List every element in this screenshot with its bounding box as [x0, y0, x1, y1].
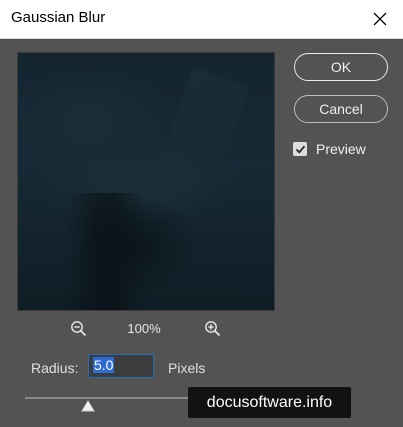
zoom-level: 100%: [127, 321, 161, 336]
radius-input[interactable]: 5.0: [88, 354, 154, 378]
cancel-button[interactable]: Cancel: [294, 95, 388, 123]
close-icon: [373, 12, 387, 26]
zoom-out-button[interactable]: [70, 320, 88, 338]
preview-checkbox[interactable]: [293, 142, 307, 156]
watermark-badge: docusoftware.info: [188, 387, 351, 418]
zoom-in-button[interactable]: [204, 320, 222, 338]
preview-highlight: [145, 66, 251, 220]
dialog-title: Gaussian Blur: [11, 9, 106, 26]
close-button[interactable]: [357, 0, 403, 38]
zoom-in-icon: [205, 321, 221, 337]
title-bar: Gaussian Blur: [0, 0, 403, 39]
preview-toggle[interactable]: Preview: [293, 140, 366, 158]
blur-preview[interactable]: [17, 52, 275, 311]
radius-unit-label: Pixels: [168, 360, 206, 376]
radius-value: 5.0: [93, 357, 115, 373]
ok-button[interactable]: OK: [294, 53, 388, 81]
radius-label: Radius:: [31, 360, 79, 376]
zoom-out-icon: [71, 321, 87, 337]
checkmark-icon: [295, 145, 305, 154]
preview-label: Preview: [316, 141, 366, 157]
preview-shadow: [66, 193, 146, 310]
radius-slider-thumb[interactable]: [81, 400, 95, 412]
